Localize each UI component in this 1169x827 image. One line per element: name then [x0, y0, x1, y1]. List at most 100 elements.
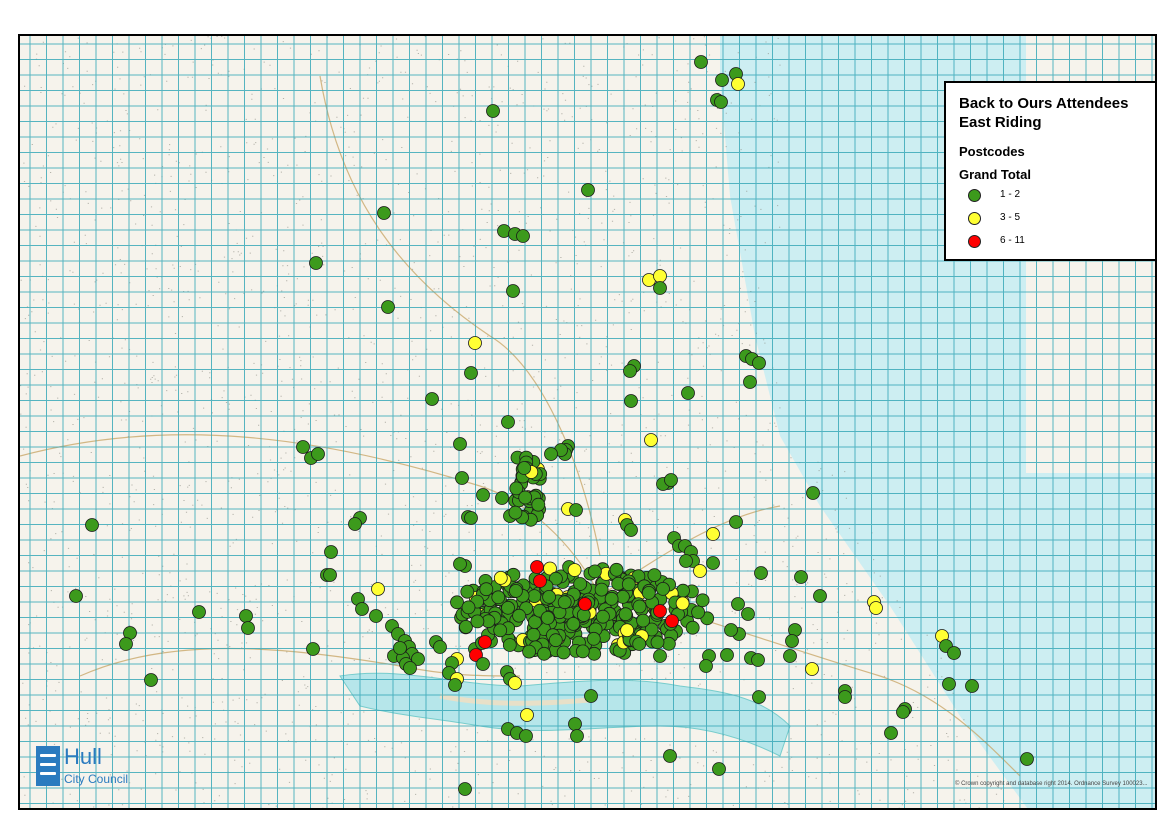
attendee-postcode-point[interactable] [355, 602, 369, 616]
attendee-postcode-point[interactable] [570, 729, 584, 743]
attendee-postcode-point[interactable] [676, 583, 690, 598]
attendee-postcode-point[interactable] [623, 364, 637, 378]
attendee-postcode-point[interactable] [653, 269, 667, 283]
attendee-postcode-point[interactable] [502, 638, 517, 652]
attendee-postcode-point[interactable] [662, 636, 676, 651]
attendee-postcode-point[interactable] [965, 679, 979, 693]
attendee-postcode-point[interactable] [508, 505, 523, 520]
attendee-postcode-point[interactable] [653, 281, 667, 295]
attendee-postcode-point[interactable] [403, 661, 417, 675]
attendee-postcode-point[interactable] [685, 620, 700, 635]
attendee-postcode-point[interactable] [537, 646, 551, 661]
attendee-postcode-point[interactable] [119, 637, 133, 651]
attendee-postcode-point[interactable] [323, 568, 337, 582]
attendee-postcode-point[interactable] [783, 649, 797, 663]
attendee-postcode-point[interactable] [578, 597, 592, 611]
attendee-postcode-point[interactable] [584, 689, 598, 703]
attendee-postcode-point[interactable] [731, 597, 745, 611]
attendee-postcode-point[interactable] [695, 593, 710, 608]
attendee-postcode-point[interactable] [512, 608, 527, 623]
attendee-postcode-point[interactable] [569, 503, 583, 517]
attendee-postcode-point[interactable] [495, 491, 509, 505]
attendee-postcode-point[interactable] [522, 644, 537, 659]
attendee-postcode-point[interactable] [751, 653, 765, 667]
attendee-postcode-point[interactable] [381, 300, 395, 314]
attendee-postcode-point[interactable] [478, 635, 492, 649]
attendee-postcode-point[interactable] [743, 375, 757, 389]
attendee-postcode-point[interactable] [656, 582, 670, 596]
attendee-postcode-point[interactable] [311, 447, 325, 461]
attendee-postcode-point[interactable] [568, 717, 582, 731]
attendee-postcode-point[interactable] [476, 657, 490, 671]
attendee-postcode-point[interactable] [942, 677, 956, 691]
attendee-postcode-point[interactable] [519, 729, 533, 743]
attendee-postcode-point[interactable] [699, 659, 713, 673]
attendee-postcode-point[interactable] [624, 523, 638, 537]
attendee-postcode-point[interactable] [896, 705, 910, 719]
attendee-postcode-point[interactable] [869, 601, 883, 615]
attendee-postcode-point[interactable] [806, 486, 820, 500]
attendee-postcode-point[interactable] [706, 527, 720, 541]
attendee-postcode-point[interactable] [517, 461, 532, 475]
attendee-postcode-point[interactable] [448, 678, 462, 692]
attendee-postcode-point[interactable] [491, 590, 506, 605]
attendee-postcode-point[interactable] [813, 589, 827, 603]
attendee-postcode-point[interactable] [720, 648, 734, 662]
attendee-postcode-point[interactable] [675, 596, 690, 611]
attendee-postcode-point[interactable] [476, 488, 490, 502]
attendee-postcode-point[interactable] [706, 556, 720, 570]
attendee-postcode-point[interactable] [663, 749, 677, 763]
attendee-postcode-point[interactable] [581, 183, 595, 197]
attendee-postcode-point[interactable] [531, 497, 546, 512]
attendee-postcode-point[interactable] [309, 256, 323, 270]
attendee-postcode-point[interactable] [731, 77, 745, 91]
attendee-postcode-point[interactable] [741, 607, 755, 621]
attendee-postcode-point[interactable] [296, 440, 310, 454]
attendee-postcode-point[interactable] [566, 617, 581, 631]
attendee-postcode-point[interactable] [486, 104, 500, 118]
attendee-postcode-point[interactable] [632, 637, 647, 651]
attendee-postcode-point[interactable] [533, 574, 547, 588]
attendee-postcode-point[interactable] [1020, 752, 1034, 766]
attendee-postcode-point[interactable] [450, 595, 464, 610]
attendee-postcode-point[interactable] [785, 634, 799, 648]
attendee-postcode-point[interactable] [530, 560, 544, 574]
attendee-postcode-point[interactable] [947, 646, 961, 660]
attendee-postcode-point[interactable] [694, 55, 708, 69]
attendee-postcode-point[interactable] [556, 645, 571, 660]
attendee-postcode-point[interactable] [508, 584, 523, 598]
attendee-postcode-point[interactable] [588, 564, 602, 579]
attendee-postcode-point[interactable] [647, 568, 662, 582]
attendee-postcode-point[interactable] [587, 646, 602, 661]
attendee-postcode-point[interactable] [542, 590, 556, 604]
attendee-postcode-point[interactable] [693, 564, 707, 578]
attendee-postcode-point[interactable] [393, 641, 407, 655]
attendee-postcode-point[interactable] [575, 644, 590, 659]
attendee-postcode-point[interactable] [461, 600, 476, 615]
attendee-postcode-point[interactable] [453, 437, 467, 451]
attendee-postcode-point[interactable] [712, 762, 726, 776]
attendee-postcode-point[interactable] [724, 623, 738, 637]
attendee-postcode-point[interactable] [752, 356, 766, 370]
attendee-postcode-point[interactable] [453, 557, 467, 571]
attendee-postcode-point[interactable] [754, 566, 768, 580]
attendee-postcode-point[interactable] [324, 545, 338, 559]
attendee-postcode-point[interactable] [69, 589, 83, 603]
attendee-postcode-point[interactable] [468, 336, 482, 350]
attendee-postcode-point[interactable] [557, 595, 572, 610]
attendee-postcode-point[interactable] [425, 392, 439, 406]
attendee-postcode-point[interactable] [377, 206, 391, 220]
attendee-postcode-point[interactable] [715, 73, 729, 87]
attendee-postcode-point[interactable] [518, 490, 533, 505]
attendee-postcode-point[interactable] [679, 554, 693, 568]
attendee-postcode-point[interactable] [609, 562, 624, 577]
attendee-postcode-point[interactable] [540, 611, 555, 625]
attendee-postcode-point[interactable] [586, 631, 601, 646]
attendee-postcode-point[interactable] [85, 518, 99, 532]
attendee-postcode-point[interactable] [508, 676, 522, 690]
attendee-postcode-point[interactable] [369, 609, 383, 623]
attendee-postcode-point[interactable] [838, 690, 852, 704]
attendee-postcode-point[interactable] [501, 600, 515, 615]
attendee-postcode-point[interactable] [479, 582, 494, 597]
attendee-postcode-point[interactable] [620, 623, 634, 638]
